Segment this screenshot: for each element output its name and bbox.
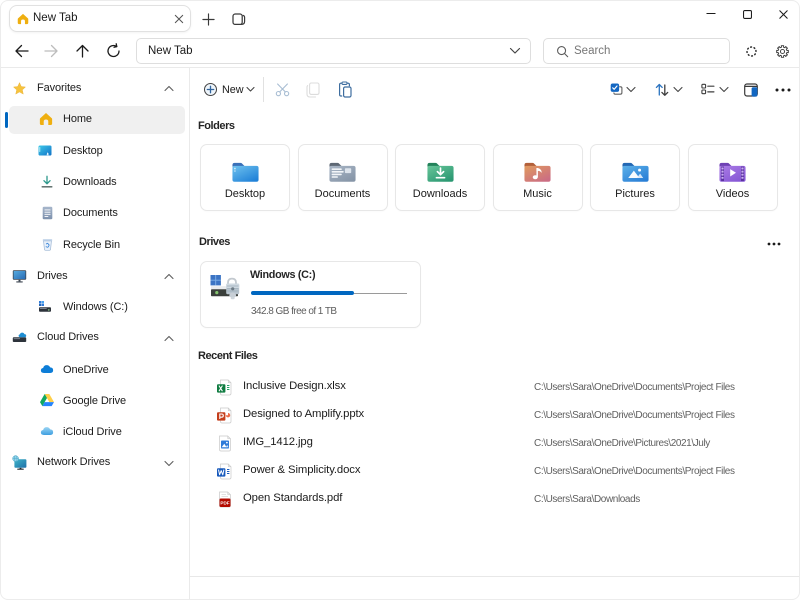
svg-text:PDF: PDF (220, 500, 229, 505)
